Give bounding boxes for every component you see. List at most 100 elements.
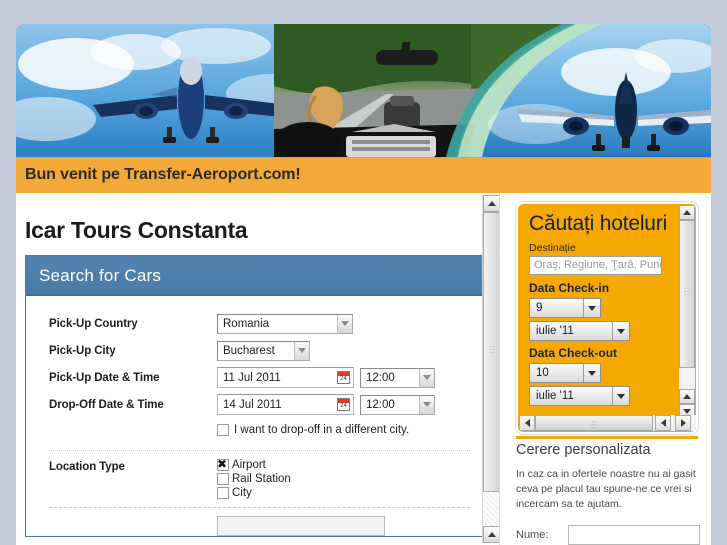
triangle-left-icon — [524, 419, 530, 427]
hotel-scroll-left-button[interactable] — [519, 415, 535, 431]
main-content-column: Icar Tours Constanta Search for Cars Pic… — [16, 193, 499, 545]
checkin-month-select[interactable]: iulie '11 — [529, 321, 630, 341]
cerere-title: Cerere personalizata — [516, 442, 651, 458]
dropoff-time-value: 12:00 — [366, 398, 395, 411]
cerere-name-input[interactable] — [568, 525, 700, 545]
location-type-options: Airport Rail Station City — [217, 457, 291, 499]
hotel-search-title: Căutați hoteluri — [529, 212, 668, 235]
calendar-icon[interactable] — [337, 398, 350, 411]
pickup-time-value: 12:00 — [366, 371, 395, 384]
hotel-widget-hscrollbar[interactable] — [519, 415, 696, 431]
next-field-input[interactable] — [217, 516, 385, 536]
hotel-hscroll-thumb[interactable] — [535, 415, 653, 431]
content-scrollbar-track-wrap[interactable] — [482, 195, 499, 543]
label-dropoff-datetime: Drop-Off Date & Time — [49, 398, 164, 411]
divider-dotted — [49, 450, 470, 451]
search-panel-header: Search for Cars — [26, 256, 486, 296]
city-checkbox[interactable] — [217, 487, 229, 499]
triangle-up-icon — [683, 210, 691, 215]
field-row-pickup-city: Pick-Up City Bucharest — [26, 337, 486, 364]
triangle-right-icon — [680, 419, 686, 427]
hotel-scroll-left-button-2[interactable] — [655, 415, 671, 431]
hotel-vscroll-thumb[interactable] — [679, 220, 695, 368]
content-frame-scrollbar[interactable] — [482, 193, 499, 545]
scrollbar-grip-icon — [488, 345, 495, 354]
cerere-name-row: Nume: — [516, 525, 702, 545]
chevron-down-icon — [612, 322, 629, 340]
browser-page: Bun venit pe Transfer-Aeroport.com! Icar… — [0, 0, 727, 545]
scrollbar-thumb[interactable] — [483, 212, 499, 492]
chevron-down-icon — [583, 364, 600, 382]
checkout-month-select[interactable]: iulie '11 — [529, 386, 630, 406]
scroll-down-button[interactable] — [483, 526, 499, 543]
triangle-left-icon — [660, 419, 666, 427]
destination-input[interactable]: Oraş, Regiune, Ţară, Punc — [529, 256, 662, 275]
checkout-day-select[interactable]: 10 — [529, 363, 601, 383]
chevron-down-icon — [419, 395, 434, 414]
pickup-date-value: 11 Jul 2011 — [223, 371, 281, 384]
different-city-checkbox[interactable] — [217, 424, 229, 436]
dropoff-date-value: 14 Jul 2011 — [223, 398, 282, 411]
checkout-label: Data Check-out — [529, 346, 618, 360]
chevron-down-icon — [294, 341, 309, 360]
location-option-airport[interactable]: Airport — [217, 457, 291, 471]
divider-dashed — [49, 507, 470, 508]
pickup-date-input[interactable]: 11 Jul 2011 — [217, 367, 354, 388]
airport-label: Airport — [232, 459, 266, 471]
label-location-type: Location Type — [49, 461, 125, 473]
checkin-day-select[interactable]: 9 — [529, 298, 601, 318]
calendar-icon[interactable] — [337, 371, 350, 384]
location-option-city[interactable]: City — [217, 487, 291, 499]
site-banner — [16, 24, 711, 157]
airport-checkbox[interactable] — [217, 457, 229, 471]
banner-artwork — [16, 24, 711, 157]
pickup-city-select[interactable]: Bucharest — [217, 340, 310, 361]
search-panel-title: Search for Cars — [39, 266, 162, 285]
chevron-down-icon — [612, 387, 629, 405]
chevron-down-icon — [583, 299, 600, 317]
dropoff-date-input[interactable]: 14 Jul 2011 — [217, 394, 354, 415]
welcome-message: Bun venit pe Transfer-Aeroport.com! — [25, 166, 301, 183]
field-row-pickup-country: Pick-Up Country Romania — [26, 310, 486, 337]
triangle-up-icon — [487, 201, 496, 206]
label-pickup-datetime: Pick-Up Date & Time — [49, 371, 160, 384]
triangle-up-icon — [487, 532, 496, 537]
checkout-day-value: 10 — [536, 367, 549, 379]
field-row-pickup-datetime: Pick-Up Date & Time 11 Jul 2011 12:00 — [26, 364, 486, 391]
location-type-block: Location Type Airport Rail Station — [26, 457, 486, 499]
search-panel-body: Pick-Up Country Romania Pick-Up City Buc… — [26, 296, 486, 536]
welcome-bar: Bun venit pe Transfer-Aeroport.com! — [16, 157, 711, 193]
rail-station-label: Rail Station — [232, 473, 291, 485]
page-content-area: Icar Tours Constanta Search for Cars Pic… — [16, 193, 711, 545]
field-row-dropoff-datetime: Drop-Off Date & Time 14 Jul 2011 12:00 — [26, 391, 486, 418]
hotel-scroll-up-button-2[interactable] — [679, 389, 695, 404]
hotel-scroll-up-button[interactable] — [679, 205, 695, 220]
checkin-label: Data Check-in — [529, 281, 610, 295]
chevron-down-icon — [419, 368, 434, 387]
label-pickup-country: Pick-Up Country — [49, 317, 138, 330]
pickup-country-select[interactable]: Romania — [217, 313, 353, 334]
checkout-month-value: iulie '11 — [536, 390, 574, 402]
rail-station-checkbox[interactable] — [217, 473, 229, 485]
destination-label: Destinație — [529, 242, 576, 254]
city-label: City — [232, 487, 252, 499]
hotel-scroll-right-button[interactable] — [675, 415, 691, 431]
checkin-month-value: iulie '11 — [536, 325, 574, 337]
dropoff-time-select[interactable]: 12:00 — [360, 394, 435, 415]
different-city-row: I want to drop-off in a different city. — [26, 418, 486, 442]
right-sidebar: Căutați hoteluri Destinație Oraş, Regiun… — [499, 193, 711, 545]
cerere-name-label: Nume: — [516, 529, 549, 541]
cerere-description: In caz ca in ofertele noastre nu ai gasi… — [516, 468, 696, 510]
hotel-widget-vscrollbar[interactable] — [679, 205, 695, 419]
scrollbar-grip-icon — [590, 420, 598, 429]
hotel-search-widget: Căutați hoteluri Destinație Oraş, Regiun… — [516, 202, 698, 434]
triangle-up-icon — [683, 394, 691, 399]
cerere-divider — [516, 436, 698, 439]
pickup-time-select[interactable]: 12:00 — [360, 367, 435, 388]
location-option-rail-station[interactable]: Rail Station — [217, 473, 291, 485]
label-pickup-city: Pick-Up City — [49, 344, 116, 357]
checkin-day-value: 9 — [536, 302, 543, 314]
scroll-up-button[interactable] — [483, 195, 499, 212]
pickup-city-value: Bucharest — [223, 344, 275, 357]
page-title: Icar Tours Constanta — [25, 217, 248, 243]
